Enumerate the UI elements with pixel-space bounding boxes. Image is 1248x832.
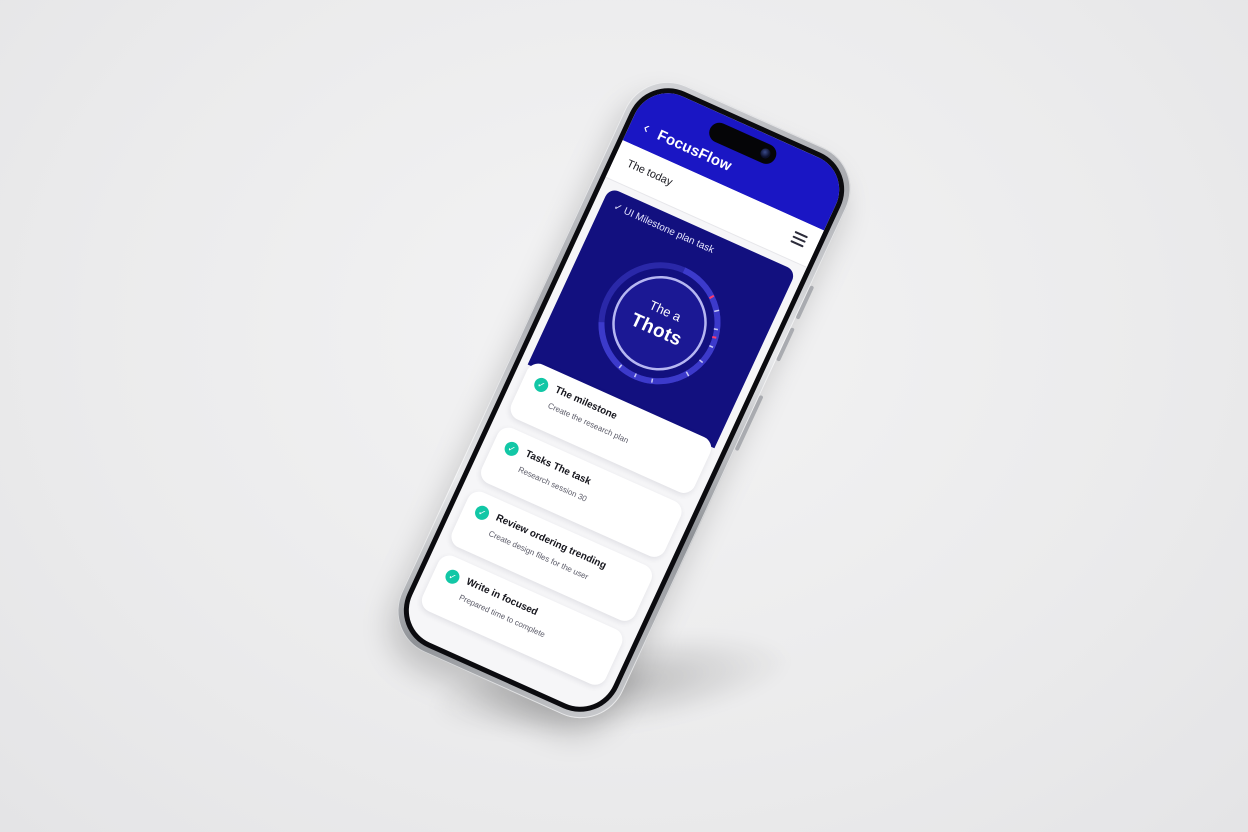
check-circle-icon[interactable]: ✓ bbox=[472, 503, 492, 523]
chevron-left-icon[interactable]: ‹ bbox=[640, 119, 652, 137]
check-circle-icon[interactable]: ✓ bbox=[531, 375, 551, 395]
subheader-title: The today bbox=[624, 157, 675, 189]
check-circle-icon[interactable]: ✓ bbox=[502, 439, 521, 459]
progress-ring: The a Thots bbox=[576, 240, 743, 406]
phone-bezel: ‹ FocusFlow The today ✓ UI Milestone pla… bbox=[390, 75, 858, 725]
camera-icon bbox=[758, 146, 773, 161]
hamburger-menu-icon[interactable] bbox=[789, 230, 808, 249]
scene: ‹ FocusFlow The today ✓ UI Milestone pla… bbox=[0, 0, 1248, 832]
app-screen: ‹ FocusFlow The today ✓ UI Milestone pla… bbox=[397, 81, 851, 719]
check-circle-icon[interactable]: ✓ bbox=[443, 567, 462, 587]
phone-device: ‹ FocusFlow The today ✓ UI Milestone pla… bbox=[382, 67, 866, 733]
